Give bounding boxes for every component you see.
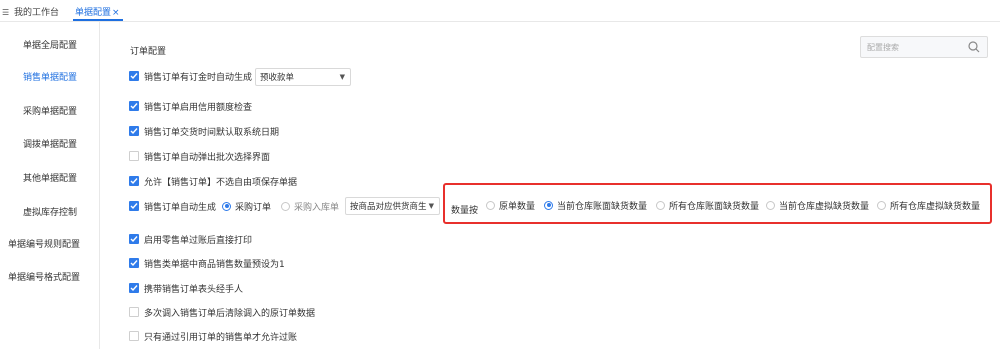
radio-label: 当前仓库账面缺货数量 [557, 201, 648, 212]
checkbox-post-only-referenced[interactable] [129, 331, 139, 341]
option-row: 携带销售订单表头经手人 [129, 281, 243, 295]
checkbox-default-qty-one[interactable] [129, 258, 139, 268]
radio-button[interactable] [222, 201, 231, 211]
list-icon: ☰ [2, 8, 10, 17]
radio-qty-all-book[interactable]: 所有仓库账面缺货数量 [656, 198, 759, 212]
option-label: 携带销售订单表头经手人 [144, 284, 244, 295]
sidebar-item-numbering-format[interactable]: 单据编号格式配置 [0, 270, 100, 283]
radio-label: 采购订单 [235, 202, 272, 213]
radio-label: 采购入库单 [294, 202, 340, 213]
checkbox-deposit-autogen[interactable] [129, 71, 139, 81]
tab-bar: ☰ 我的工作台 单据配置× [0, 0, 1000, 22]
radio-button[interactable] [486, 200, 495, 210]
supplier-select[interactable]: 按商品对应供货商生 ▼ [345, 197, 440, 215]
option-label: 销售类单据中商品销售数量预设为1 [144, 259, 285, 270]
radio-qty-current-virtual[interactable]: 当前仓库虚拟缺货数量 [766, 198, 869, 212]
radio-button[interactable] [877, 200, 886, 210]
option-row: 多次调入销售订单后清除调入的原订单数据 [129, 305, 315, 319]
option-row: 只有通过引用订单的销售单才允许过账 [129, 329, 297, 343]
tab-document-config-label: 单据配置 [75, 8, 112, 18]
config-search[interactable] [860, 36, 988, 58]
checkbox-auto-generate[interactable] [129, 201, 139, 211]
option-row: 销售订单交货时间默认取系统日期 [129, 124, 279, 138]
radio-purchase-inbound[interactable]: 采购入库单 [281, 199, 339, 213]
radio-label: 原单数量 [499, 201, 536, 212]
option-row: 销售订单有订金时自动生成 [129, 69, 252, 83]
radio-qty-all-virtual[interactable]: 所有仓库虚拟缺货数量 [877, 198, 980, 212]
option-label: 销售订单有订金时自动生成 [144, 72, 253, 83]
qty-label-text: 数量按 [451, 205, 479, 216]
sidebar-item-numbering-rule[interactable]: 单据编号规则配置 [0, 237, 100, 250]
radio-button[interactable] [544, 200, 553, 210]
radio-purchase-order[interactable]: 采购订单 [222, 199, 271, 213]
option-label: 启用零售单过账后直接打印 [144, 235, 253, 246]
tab-my-workbench[interactable]: ☰ 我的工作台 [2, 5, 59, 18]
sidebar-item-transfer-config[interactable]: 调拨单据配置 [0, 137, 100, 150]
search-icon[interactable] [967, 40, 981, 54]
select-value: 预收款单 [260, 73, 295, 83]
radio-button[interactable] [656, 200, 665, 210]
option-row: 销售类单据中商品销售数量预设为1 [129, 256, 285, 270]
search-input[interactable] [867, 40, 962, 54]
option-row: 销售订单自动生成 [129, 199, 216, 213]
tab-document-config[interactable]: 单据配置× [75, 5, 120, 18]
active-tab-indicator [73, 19, 123, 21]
radio-label: 所有仓库账面缺货数量 [669, 201, 760, 212]
tab-my-workbench-label: 我的工作台 [14, 8, 60, 18]
select-value: 按商品对应供货商生 [350, 202, 427, 212]
checkbox-allow-save-without-free-item[interactable] [129, 176, 139, 186]
option-label: 只有通过引用订单的销售单才允许过账 [144, 332, 298, 343]
sidebar-item-virtual-stock[interactable]: 虚拟库存控制 [0, 205, 100, 218]
option-label: 允许【销售订单】不选自由项保存单据 [144, 177, 298, 188]
section-title: 订单配置 [130, 47, 167, 57]
checkbox-delivery-date[interactable] [129, 126, 139, 136]
qty-label: 数量按 [451, 202, 478, 216]
radio-button[interactable] [281, 201, 290, 211]
sidebar-item-sales-config[interactable]: 销售单据配置 [0, 70, 100, 83]
sidebar-item-purchase-config[interactable]: 采购单据配置 [0, 104, 100, 117]
checkbox-credit-check[interactable] [129, 101, 139, 111]
chevron-down-icon: ▼ [428, 202, 434, 210]
option-label: 销售订单启用信用额度检查 [144, 102, 253, 113]
close-icon[interactable]: × [112, 8, 120, 18]
radio-label: 所有仓库虚拟缺货数量 [890, 201, 981, 212]
option-label: 多次调入销售订单后清除调入的原订单数据 [144, 308, 316, 319]
sidebar-item-global-config[interactable]: 单据全局配置 [0, 38, 100, 51]
option-row: 销售订单自动弹出批次选择界面 [129, 149, 270, 163]
option-row: 销售订单启用信用额度检查 [129, 99, 252, 113]
radio-qty-current-book[interactable]: 当前仓库账面缺货数量 [544, 198, 647, 212]
checkbox-retail-print[interactable] [129, 234, 139, 244]
radio-qty-original[interactable]: 原单数量 [486, 198, 535, 212]
radio-label: 当前仓库虚拟缺货数量 [779, 201, 870, 212]
sidebar-item-other-config[interactable]: 其他单据配置 [0, 171, 100, 184]
option-label: 销售订单交货时间默认取系统日期 [144, 127, 280, 138]
checkbox-batch-popup[interactable] [129, 151, 139, 161]
option-row: 允许【销售订单】不选自由项保存单据 [129, 174, 297, 188]
sidebar: 单据全局配置 销售单据配置 采购单据配置 调拨单据配置 其他单据配置 虚拟库存控… [0, 22, 100, 349]
radio-button[interactable] [766, 200, 775, 210]
chevron-down-icon: ▼ [339, 73, 345, 81]
checkbox-carry-handler[interactable] [129, 283, 139, 293]
deposit-doc-select[interactable]: 预收款单 ▼ [255, 68, 351, 86]
checkbox-clear-imported[interactable] [129, 307, 139, 317]
option-label: 销售订单自动弹出批次选择界面 [144, 152, 271, 163]
option-row: 启用零售单过账后直接打印 [129, 232, 252, 246]
option-label: 销售订单自动生成 [144, 202, 217, 213]
